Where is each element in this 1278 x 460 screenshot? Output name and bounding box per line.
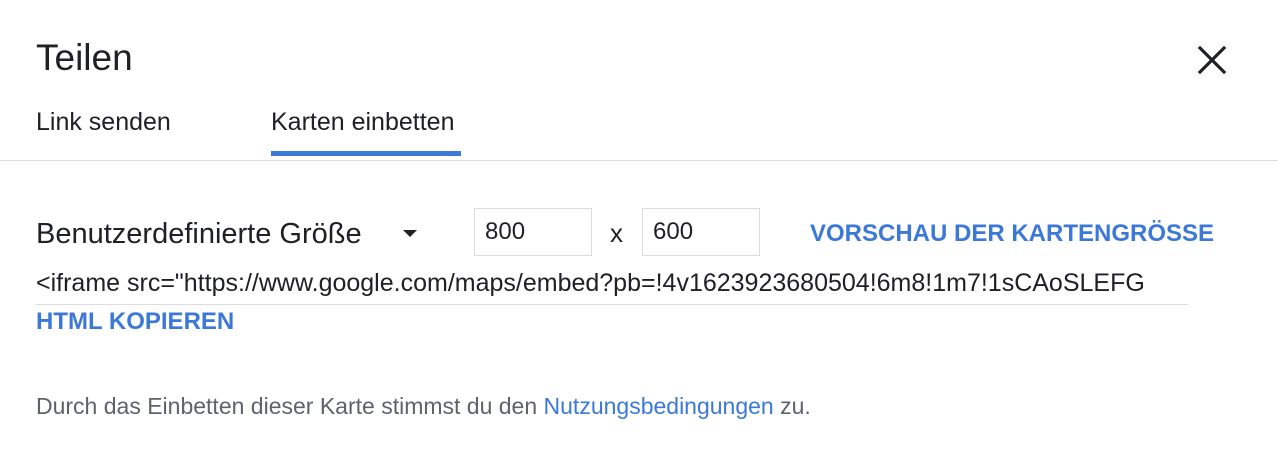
tab-karten-einbetten[interactable]: Karten einbetten <box>271 106 454 138</box>
caret-down-icon[interactable] <box>403 230 417 237</box>
dialog-title: Teilen <box>36 37 133 78</box>
height-input[interactable] <box>642 208 760 256</box>
embed-code-field[interactable]: <iframe src="https://www.google.com/maps… <box>36 264 1188 305</box>
share-dialog: Teilen Link senden Karten einbetten Benu… <box>0 0 1278 460</box>
active-tab-indicator <box>271 151 461 156</box>
size-row: Benutzerdefinierte Größe x VORSCHAU DER … <box>36 208 1216 258</box>
size-dropdown[interactable]: Benutzerdefinierte Größe <box>36 216 362 252</box>
preview-map-size-button[interactable]: VORSCHAU DER KARTENGRÖSSE <box>810 220 1214 248</box>
terms-prefix: Durch das Einbetten dieser Karte stimmst… <box>36 393 544 419</box>
tab-link-senden[interactable]: Link senden <box>36 106 171 138</box>
close-button[interactable] <box>1190 38 1234 82</box>
copy-html-button[interactable]: HTML KOPIEREN <box>36 308 234 336</box>
terms-notice: Durch das Einbetten dieser Karte stimmst… <box>36 392 811 420</box>
close-icon <box>1197 45 1227 75</box>
terms-suffix: zu. <box>773 393 811 419</box>
tab-bar: Link senden Karten einbetten <box>0 96 1278 161</box>
terms-of-service-link[interactable]: Nutzungsbedingungen <box>544 393 774 419</box>
dimension-separator: x <box>610 218 623 248</box>
width-input[interactable] <box>474 208 592 256</box>
